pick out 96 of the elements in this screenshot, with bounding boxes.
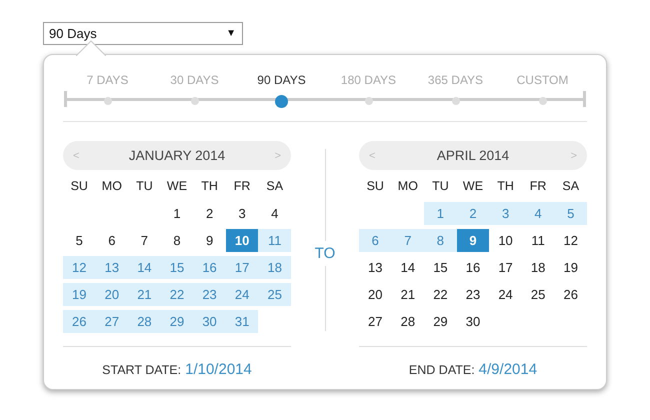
caret-icon: ▼ [226, 28, 236, 39]
calendar-day[interactable]: 7 [392, 229, 424, 252]
calendar-day[interactable]: 11 [522, 229, 554, 252]
preset-label[interactable]: 90 DAYS [257, 73, 306, 87]
calendar-day[interactable]: 31 [226, 310, 258, 333]
calendar-day[interactable]: 16 [193, 256, 226, 279]
calendar-day[interactable]: 26 [63, 310, 96, 333]
preset-stop[interactable] [190, 97, 198, 105]
calendar-day[interactable]: 5 [63, 229, 96, 252]
weekday-label: MO [100, 178, 123, 195]
calendar-day[interactable]: 25 [258, 283, 291, 306]
calendar-day[interactable]: 3 [489, 202, 522, 225]
date-label: START DATE: [102, 363, 182, 377]
calendar-day[interactable]: 24 [489, 283, 522, 306]
calendar-day[interactable]: 22 [424, 283, 457, 306]
weekday-label: SU [70, 178, 89, 195]
preset-stop[interactable] [364, 97, 372, 105]
calendar-day[interactable]: 17 [489, 256, 522, 279]
calendar-day[interactable]: 28 [392, 310, 424, 333]
preset-label[interactable]: 365 DAYS [428, 73, 484, 87]
weekday-label: SA [561, 178, 580, 195]
date-value: 1/10/2014 [185, 361, 252, 378]
weekday-label: FR [232, 178, 252, 195]
calendar-day[interactable]: 21 [392, 283, 424, 306]
calendar-day[interactable]: 8 [424, 229, 457, 252]
calendar-day[interactable]: 4 [522, 202, 554, 225]
calendar-day[interactable]: 3 [226, 202, 258, 225]
calendar-day[interactable]: 24 [226, 283, 258, 306]
preset-stop[interactable] [452, 97, 460, 105]
range-dropdown[interactable]: 90 Days ▼ [43, 22, 243, 45]
calendar-day[interactable]: 29 [424, 310, 457, 333]
weekday-label: TH [200, 178, 219, 195]
calendar-day[interactable]: 20 [359, 283, 392, 306]
month-title: JANUARY 2014 [128, 148, 226, 163]
calendar-day[interactable]: 26 [554, 283, 587, 306]
calendar-day[interactable]: 27 [359, 310, 392, 333]
calendar-day[interactable]: 19 [63, 283, 96, 306]
calendar-day[interactable]: 5 [554, 202, 587, 225]
preset-label[interactable]: CUSTOM [516, 73, 568, 87]
calendar-day[interactable]: 11 [258, 229, 291, 252]
weekday-label: WE [462, 178, 484, 195]
calendar-day[interactable]: 19 [554, 256, 587, 279]
calendar-day[interactable]: 9 [193, 229, 226, 252]
preset-stop[interactable] [104, 97, 112, 105]
calendar-day[interactable]: 6 [359, 229, 392, 252]
calendar-day[interactable]: 29 [160, 310, 194, 333]
calendar-day[interactable]: 12 [554, 229, 587, 252]
calendar-day[interactable]: 6 [96, 229, 128, 252]
calendar-day[interactable]: 18 [522, 256, 554, 279]
weekday-label: SU [366, 178, 385, 195]
calendar-day[interactable]: 20 [96, 283, 128, 306]
calendar-day[interactable]: 23 [456, 283, 490, 306]
weekday-label: TH [496, 178, 515, 195]
to-label: TO [314, 240, 336, 266]
weekday-label: TU [431, 178, 450, 195]
calendar-day[interactable]: 25 [522, 283, 554, 306]
weekday-label: SA [265, 178, 284, 195]
calendar-day[interactable]: 13 [96, 256, 128, 279]
calendar-day[interactable]: 14 [392, 256, 424, 279]
calendar-day[interactable]: 14 [128, 256, 161, 279]
preset-stop[interactable] [538, 97, 546, 105]
calendar-day[interactable]: 2 [456, 202, 490, 225]
calendar-day[interactable]: 7 [128, 229, 161, 252]
calendar-day[interactable]: 27 [96, 310, 128, 333]
calendar-day[interactable]: 21 [128, 283, 161, 306]
calendar-day[interactable]: 10 [489, 229, 522, 252]
date-label: END DATE: [408, 363, 475, 377]
preset-stop[interactable] [275, 95, 288, 108]
calendar-day[interactable]: 15 [424, 256, 457, 279]
calendar-day[interactable]: 30 [456, 310, 490, 333]
preset-label[interactable]: 7 DAYS [86, 73, 128, 87]
calendar-day[interactable]: 10 [226, 229, 258, 252]
calendar-day[interactable]: 18 [258, 256, 291, 279]
preset-label[interactable]: 180 DAYS [340, 73, 396, 87]
calendar-day[interactable]: 16 [456, 256, 490, 279]
calendar-day[interactable]: 15 [160, 256, 194, 279]
calendar-day[interactable]: 1 [160, 202, 194, 225]
calendar-day[interactable]: 12 [63, 256, 96, 279]
calendar-day[interactable]: 22 [160, 283, 194, 306]
calendar-day[interactable]: 1 [424, 202, 457, 225]
preset-label[interactable]: 30 DAYS [170, 73, 219, 87]
weekday-label: WE [166, 178, 188, 195]
calendar-day[interactable]: 28 [128, 310, 161, 333]
calendar-day[interactable]: 2 [193, 202, 226, 225]
calendar-day[interactable]: 13 [359, 256, 392, 279]
weekday-label: TU [135, 178, 154, 195]
calendar-day[interactable]: 4 [258, 202, 291, 225]
calendar-day[interactable]: 9 [456, 229, 490, 252]
calendar-day[interactable]: 30 [193, 310, 226, 333]
calendar-day[interactable]: 8 [160, 229, 194, 252]
calendar-day[interactable]: 23 [193, 283, 226, 306]
month-title: APRIL 2014 [436, 148, 510, 163]
weekday-label: MO [396, 178, 419, 195]
weekday-label: FR [528, 178, 548, 195]
calendar-day[interactable]: 17 [226, 256, 258, 279]
date-value: 4/9/2014 [478, 361, 538, 378]
